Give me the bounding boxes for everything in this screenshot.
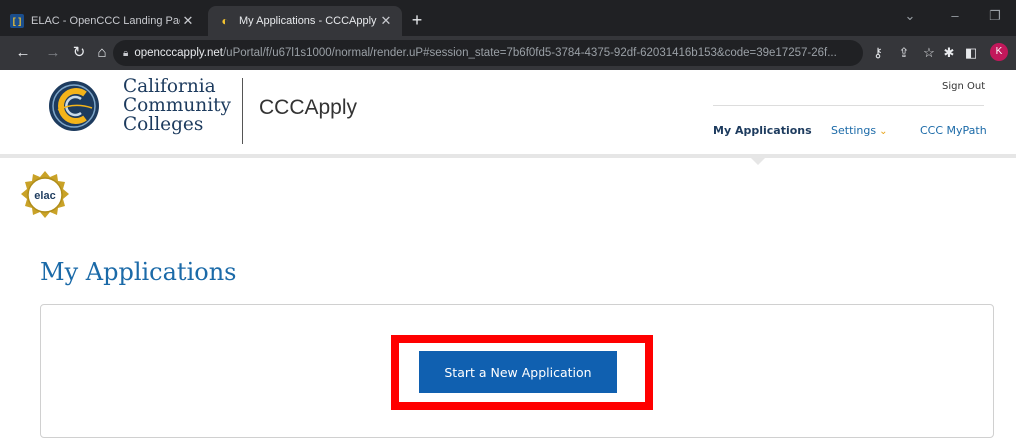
browser-tab-strip: [ ] ELAC - OpenCCC Landing Page ✕ ◐ My A… — [0, 0, 1016, 36]
url-path: /uPortal/f/u67l1s1000/normal/render.uP#s… — [222, 47, 837, 59]
org-name: California Community Colleges — [123, 77, 231, 134]
page-title: My Applications — [40, 258, 237, 286]
california-community-colleges-seal-icon[interactable] — [48, 80, 100, 132]
org-name-line: Colleges — [123, 114, 204, 135]
close-tab-icon[interactable]: ✕ — [378, 13, 394, 29]
extensions-puzzle-icon[interactable]: ✱ — [938, 42, 960, 64]
elac-college-logo: elac — [21, 171, 69, 218]
lock-icon: 🔒︎ — [123, 47, 129, 59]
nav-ccc-mypath[interactable]: CCC MyPath — [920, 124, 987, 137]
restore-window-icon[interactable]: ❐ — [981, 8, 1009, 24]
minimize-window-icon[interactable]: – — [941, 8, 969, 23]
nav-settings[interactable]: Settings ⌄ — [831, 124, 888, 137]
address-bar[interactable]: 🔒︎ opencccapply.net /uPortal/f/u67l1s100… — [113, 40, 863, 66]
cccapply-favicon-icon: ◐ — [221, 14, 229, 28]
close-tab-icon[interactable]: ✕ — [180, 13, 196, 29]
org-name-line: Community — [123, 95, 232, 116]
college-logo-text: elac — [34, 190, 55, 202]
active-nav-caret-icon — [749, 156, 767, 165]
elac-favicon-icon: [ ] — [10, 14, 24, 28]
url-host: opencccapply.net — [134, 47, 223, 59]
header-divider — [242, 78, 243, 144]
start-new-application-button[interactable]: Start a New Application — [419, 351, 617, 393]
browser-tab-elac[interactable]: [ ] ELAC - OpenCCC Landing Page ✕ — [0, 6, 204, 36]
nav-my-applications[interactable]: My Applications — [713, 124, 812, 137]
profile-avatar[interactable]: K — [990, 43, 1008, 61]
side-panel-icon[interactable]: ◧ — [960, 42, 982, 64]
tab-title: My Applications - CCCApply — [239, 15, 377, 27]
browser-tab-my-applications[interactable]: ◐ My Applications - CCCApply ✕ — [208, 6, 402, 36]
header-bottom-border — [0, 154, 1016, 158]
app-name: CCCApply — [259, 96, 358, 119]
share-icon[interactable]: ⇪ — [893, 42, 915, 64]
bookmark-star-icon[interactable]: ☆ — [918, 42, 940, 64]
forward-arrow-icon[interactable]: → — [42, 42, 64, 64]
tab-search-chevron-icon[interactable]: ⌄ — [896, 8, 924, 24]
password-key-icon[interactable]: ⚷ — [867, 42, 889, 64]
chevron-down-icon: ⌄ — [879, 126, 888, 137]
browser-toolbar: ← → ↻ ⌂ 🔒︎ opencccapply.net /uPortal/f/u… — [0, 36, 1016, 70]
nav-divider — [713, 105, 984, 106]
org-name-line: California — [123, 76, 216, 97]
back-arrow-icon[interactable]: ← — [12, 42, 34, 64]
reload-icon[interactable]: ↻ — [68, 42, 90, 64]
nav-settings-label: Settings — [831, 124, 877, 137]
home-icon[interactable]: ⌂ — [91, 42, 113, 64]
sign-out-link[interactable]: Sign Out — [942, 81, 985, 92]
tab-title: ELAC - OpenCCC Landing Page — [31, 15, 180, 27]
new-tab-icon[interactable]: + — [406, 10, 428, 32]
